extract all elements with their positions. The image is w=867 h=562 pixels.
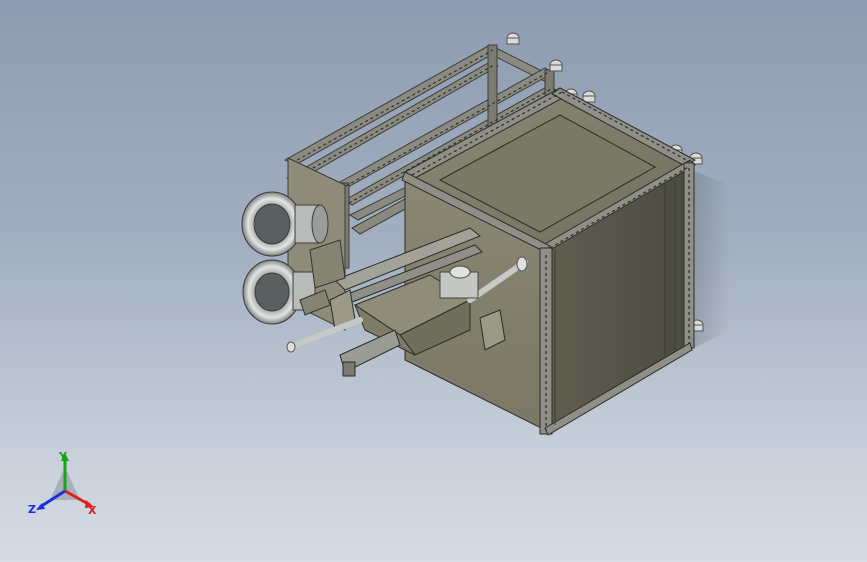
- 3d-assembly-model[interactable]: [0, 0, 867, 562]
- orientation-triad[interactable]: Y X Z: [20, 445, 110, 525]
- graphics-viewport[interactable]: Y X Z: [0, 0, 867, 562]
- y-axis-label: Y: [59, 450, 67, 463]
- z-axis-label: Z: [28, 503, 36, 516]
- x-axis-label: X: [88, 504, 97, 517]
